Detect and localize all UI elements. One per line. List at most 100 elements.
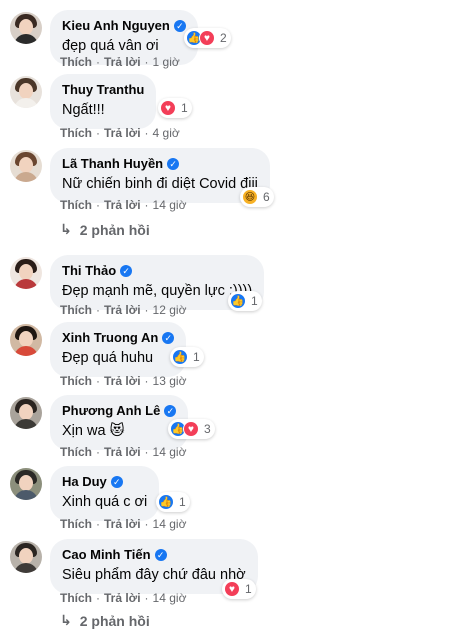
separator: · — [96, 517, 100, 531]
comment-bubble: Phương Anh Lê ✓ Xịn wa 😻 — [50, 395, 189, 450]
love-icon: ♥ — [224, 581, 240, 597]
commenter-name[interactable]: Phương Anh Lê — [62, 403, 160, 419]
avatar[interactable] — [10, 257, 42, 289]
timestamp[interactable]: 12 giờ — [153, 303, 187, 317]
reply-button[interactable]: Trả lời — [104, 374, 141, 388]
like-button[interactable]: Thích — [60, 445, 92, 459]
reply-button[interactable]: Trả lời — [104, 198, 141, 212]
separator: · — [144, 374, 149, 388]
timestamp[interactable]: 14 giờ — [153, 445, 187, 459]
comment-text: Siêu phẩm đây chứ đâu nhờ — [62, 567, 246, 583]
love-icon: ♥ — [160, 100, 176, 116]
separator: · — [96, 55, 100, 69]
commenter-name[interactable]: Thi Thảo — [62, 263, 116, 279]
like-button[interactable]: Thích — [60, 374, 92, 388]
timestamp[interactable]: 14 giờ — [153, 591, 187, 605]
commenter-name[interactable]: Cao Minh Tiến — [62, 547, 151, 563]
reaction-count: 1 — [251, 294, 258, 308]
reaction-summary[interactable]: 👍 ♥ 2 — [184, 28, 231, 48]
comment-text: Đẹp mạnh mẽ, quyền lực :)))) — [62, 283, 253, 299]
avatar[interactable] — [10, 150, 42, 182]
timestamp[interactable]: 14 giờ — [153, 517, 187, 531]
commenter-name[interactable]: Kieu Anh Nguyen — [62, 18, 170, 34]
timestamp[interactable]: 13 giờ — [153, 374, 187, 388]
commenter-name[interactable]: Xinh Truong An — [62, 330, 158, 346]
avatar[interactable] — [10, 76, 42, 108]
separator: · — [96, 198, 100, 212]
reply-button[interactable]: Trả lời — [104, 445, 141, 459]
love-icon: ♥ — [183, 421, 199, 437]
separator: · — [144, 126, 149, 140]
avatar[interactable] — [10, 468, 42, 500]
reply-arrow-icon: ↳ — [60, 612, 72, 628]
commenter-name[interactable]: Ha Duy — [62, 474, 107, 490]
love-icon: ♥ — [199, 30, 215, 46]
like-button[interactable]: Thích — [60, 126, 92, 140]
view-replies-link[interactable]: ↳ 2 phản hồi — [60, 612, 150, 629]
commenter-name[interactable]: Lã Thanh Huyền — [62, 156, 163, 172]
reply-button[interactable]: Trả lời — [104, 55, 141, 69]
haha-icon: 😆 — [242, 189, 258, 205]
separator: · — [144, 198, 149, 212]
replies-count: 2 phản hồi — [79, 612, 150, 629]
avatar[interactable] — [10, 324, 42, 356]
reply-button[interactable]: Trả lời — [104, 303, 141, 317]
timestamp[interactable]: 14 giờ — [153, 198, 187, 212]
timestamp[interactable]: 4 giờ — [153, 126, 180, 140]
reply-button[interactable]: Trả lời — [104, 591, 141, 605]
like-icon: 👍 — [172, 349, 188, 365]
comment-text: Ngất!!! — [62, 102, 105, 118]
reply-arrow-icon: ↳ — [60, 221, 72, 237]
comment-bubble: Lã Thanh Huyền ✓ Nữ chiến binh đi diệt Co… — [50, 148, 270, 203]
verified-badge-icon: ✓ — [164, 405, 177, 417]
reply-button[interactable]: Trả lời — [104, 517, 141, 531]
like-button[interactable]: Thích — [60, 303, 92, 317]
like-button[interactable]: Thích — [60, 591, 92, 605]
separator: · — [96, 591, 100, 605]
reaction-count: 1 — [179, 495, 186, 509]
reaction-summary[interactable]: ♥ 1 — [222, 579, 256, 599]
comment-bubble: Thuy Tranthu Ngất!!! — [50, 74, 157, 129]
timestamp[interactable]: 1 giờ — [153, 55, 180, 69]
replies-count: 2 phản hồi — [79, 221, 150, 238]
comment-text: đẹp quá vân ơi — [62, 38, 159, 54]
comment-actions: Thích · Trả lời · 4 giờ — [60, 126, 180, 140]
reaction-summary[interactable]: 👍 ♥ 3 — [168, 419, 215, 439]
verified-badge-icon: ✓ — [110, 476, 123, 488]
view-replies-link[interactable]: ↳ 2 phản hồi — [60, 221, 150, 238]
comment-text: Xịn wa 😻 — [62, 423, 125, 439]
reaction-summary[interactable]: ♥ 1 — [158, 98, 192, 118]
reaction-summary[interactable]: 👍 1 — [228, 291, 262, 311]
reaction-summary[interactable]: 👍 1 — [170, 347, 204, 367]
separator: · — [96, 126, 100, 140]
avatar[interactable] — [10, 541, 42, 573]
comment-actions: Thích · Trả lời · 1 giờ — [60, 55, 180, 69]
commenter-name[interactable]: Thuy Tranthu — [62, 82, 144, 98]
verified-badge-icon: ✓ — [173, 20, 186, 32]
like-icon: 👍 — [230, 293, 246, 309]
comment-actions: Thích · Trả lời · 12 giờ — [60, 303, 186, 317]
comment-actions: Thích · Trả lời · 13 giờ — [60, 374, 186, 388]
separator: · — [144, 303, 149, 317]
comment-actions: Thích · Trả lời · 14 giờ — [60, 198, 186, 212]
comment-text: Đẹp quá huhu — [62, 350, 154, 366]
comment-bubble: Xinh Truong An ✓ Đẹp quá huhu — [50, 322, 187, 377]
avatar[interactable] — [10, 397, 42, 429]
separator: · — [144, 445, 149, 459]
reply-button[interactable]: Trả lời — [104, 126, 141, 140]
like-button[interactable]: Thích — [60, 55, 92, 69]
avatar[interactable] — [10, 12, 42, 44]
like-button[interactable]: Thích — [60, 517, 92, 531]
comment-bubble: Ha Duy ✓ Xinh quá c ơi — [50, 466, 160, 521]
verified-badge-icon: ✓ — [167, 158, 180, 170]
separator: · — [144, 591, 149, 605]
comment-text: Nữ chiến binh đi diệt Covid điii — [62, 176, 258, 192]
like-icon: 👍 — [158, 494, 174, 510]
reaction-summary[interactable]: 😆 6 — [240, 187, 274, 207]
reaction-summary[interactable]: 👍 1 — [156, 492, 190, 512]
comment-actions: Thích · Trả lời · 14 giờ — [60, 445, 186, 459]
verified-badge-icon: ✓ — [154, 549, 167, 561]
like-button[interactable]: Thích — [60, 198, 92, 212]
comment-actions: Thích · Trả lời · 14 giờ — [60, 517, 186, 531]
reaction-count: 6 — [263, 190, 270, 204]
